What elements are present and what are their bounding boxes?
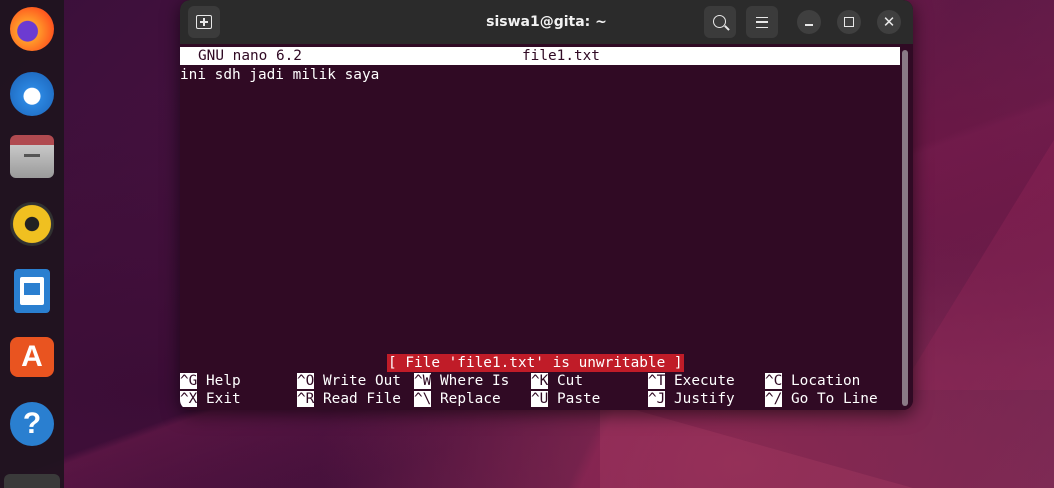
close-icon: ✕ <box>882 13 896 31</box>
terminal-window: siswa1@gita: ~ ✕ GNU nano 6.2 file1.txt … <box>180 0 913 410</box>
nano-header-bar: GNU nano 6.2 file1.txt <box>180 47 900 65</box>
search-icon <box>712 14 726 28</box>
shortcut-write-out: ^O Write Out <box>297 372 401 390</box>
ubuntu-software-icon: A <box>10 337 54 377</box>
shortcut-label: Paste <box>557 391 601 407</box>
shortcut-cut: ^K Cut <box>531 372 583 390</box>
shortcut-key: ^O <box>297 373 315 389</box>
search-button[interactable] <box>704 6 736 38</box>
dock: A ? <box>0 0 64 488</box>
shortcut-where-is: ^W Where Is <box>414 372 509 390</box>
shortcut-label: Exit <box>206 391 241 407</box>
shortcut-key: ^G <box>180 373 198 389</box>
nano-version: GNU nano 6.2 <box>198 48 302 64</box>
dock-item-files[interactable] <box>6 133 58 185</box>
rhythmbox-icon <box>10 202 54 246</box>
shortcut-label: Replace <box>440 391 501 407</box>
dock-item-thunderbird[interactable] <box>6 68 58 120</box>
shortcut-label: Cut <box>557 373 583 389</box>
shortcut-label: Read File <box>323 391 401 407</box>
menu-button[interactable] <box>746 6 778 38</box>
shortcut-key: ^\ <box>414 391 432 407</box>
shortcut-label: Go To Line <box>791 391 878 407</box>
minimize-button[interactable] <box>797 10 821 34</box>
title-bar[interactable]: siswa1@gita: ~ ✕ <box>180 0 913 44</box>
shortcut-key: ^C <box>765 373 783 389</box>
shortcut-read-file: ^R Read File <box>297 390 401 408</box>
dock-item-libreoffice-writer[interactable] <box>6 265 58 317</box>
shortcut-key: ^X <box>180 391 198 407</box>
terminal-area[interactable]: GNU nano 6.2 file1.txt ini sdh jadi mili… <box>180 44 913 410</box>
shortcut-label: Execute <box>674 373 735 389</box>
maximize-icon <box>844 17 854 27</box>
nano-filename: file1.txt <box>522 48 600 64</box>
shortcut-execute: ^T Execute <box>648 372 735 390</box>
wallpaper-shape <box>600 400 920 488</box>
hamburger-menu-icon <box>756 16 768 28</box>
shortcut-help: ^G Help <box>180 372 241 390</box>
shortcut-key: ^T <box>648 373 666 389</box>
shortcut-replace: ^\ Replace <box>414 390 501 408</box>
shortcut-label: Justify <box>674 391 735 407</box>
shortcut-justify: ^J Justify <box>648 390 735 408</box>
dock-item-help[interactable]: ? <box>6 398 58 450</box>
status-message: [ File 'file1.txt' is unwritable ] <box>387 354 684 372</box>
help-icon: ? <box>10 402 54 446</box>
shortcut-key: ^R <box>297 391 315 407</box>
files-icon <box>10 135 54 178</box>
shortcut-exit: ^X Exit <box>180 390 241 408</box>
shortcut-paste: ^U Paste <box>531 390 600 408</box>
shortcut-key: ^W <box>414 373 432 389</box>
minimize-icon <box>805 24 813 26</box>
shortcut-label: Help <box>206 373 241 389</box>
shortcut-label: Write Out <box>323 373 401 389</box>
close-button[interactable]: ✕ <box>877 10 901 34</box>
scrollbar[interactable] <box>902 50 908 406</box>
maximize-button[interactable] <box>837 10 861 34</box>
libreoffice-writer-icon <box>14 269 50 313</box>
editor-line[interactable]: ini sdh jadi milik saya <box>180 66 379 84</box>
shortcut-key: ^K <box>531 373 549 389</box>
new-tab-icon <box>196 15 212 29</box>
shortcut-location: ^C Location <box>765 372 860 390</box>
dock-item-rhythmbox[interactable] <box>6 198 58 250</box>
thunderbird-icon <box>10 72 54 116</box>
shortcut-label: Where Is <box>440 373 510 389</box>
shortcut-key: ^J <box>648 391 666 407</box>
wallpaper-shape <box>900 130 1054 390</box>
firefox-icon <box>10 7 54 51</box>
shortcut-key: ^U <box>531 391 549 407</box>
shortcut-go-to-line: ^/ Go To Line <box>765 390 878 408</box>
shortcut-key: ^/ <box>765 391 783 407</box>
shortcut-label: Location <box>791 373 861 389</box>
show-apps-button[interactable] <box>4 474 60 488</box>
dock-item-firefox[interactable] <box>6 3 58 55</box>
new-tab-button[interactable] <box>188 6 220 38</box>
dock-item-ubuntu-software[interactable]: A <box>6 331 58 383</box>
